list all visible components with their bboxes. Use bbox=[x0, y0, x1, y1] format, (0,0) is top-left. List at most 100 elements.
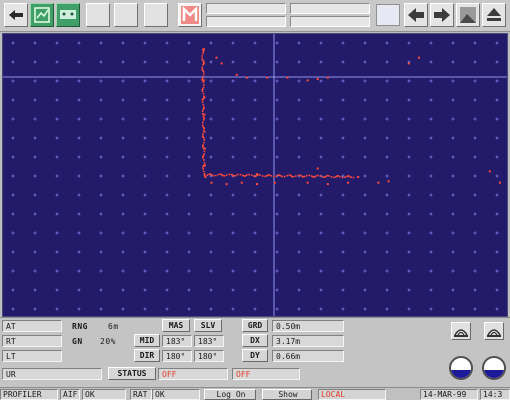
echo-return bbox=[242, 174, 244, 177]
grid-dot bbox=[121, 212, 125, 216]
grid-dot bbox=[55, 98, 59, 102]
grid-dot bbox=[33, 79, 37, 83]
grid-dot bbox=[99, 98, 103, 102]
grid-dot bbox=[165, 288, 169, 292]
level-gauge-2-fill bbox=[484, 370, 504, 378]
dx-button[interactable]: DX bbox=[242, 334, 268, 347]
grid-dot bbox=[473, 193, 477, 197]
grid-dot bbox=[143, 79, 147, 83]
echo-return bbox=[253, 175, 255, 177]
echo-return bbox=[202, 75, 205, 77]
grid-dot bbox=[363, 117, 367, 121]
status-button[interactable]: STATUS bbox=[108, 367, 156, 380]
blank-button-3[interactable] bbox=[144, 3, 168, 27]
grid-dot bbox=[385, 288, 389, 292]
mid-button[interactable]: MID bbox=[134, 334, 160, 347]
grid-dot bbox=[99, 155, 103, 159]
nav-left-icon[interactable] bbox=[404, 3, 428, 27]
echo-return bbox=[317, 174, 319, 177]
grid-dot bbox=[319, 193, 323, 197]
arrow-left-icon[interactable] bbox=[4, 3, 28, 27]
grid-dot bbox=[473, 269, 477, 273]
grid-dot bbox=[11, 174, 15, 178]
echo-return bbox=[339, 175, 341, 178]
grid-dot bbox=[495, 174, 499, 178]
grid-dot bbox=[143, 288, 147, 292]
blank-button-2[interactable] bbox=[114, 3, 138, 27]
grid-dot bbox=[209, 288, 213, 292]
grid-dot bbox=[495, 288, 499, 292]
grid-dot bbox=[429, 136, 433, 140]
nav-right-icon[interactable] bbox=[430, 3, 454, 27]
grid-dot bbox=[319, 307, 323, 311]
grid-dot bbox=[231, 98, 235, 102]
grid-dot bbox=[451, 41, 455, 45]
grid-dot bbox=[275, 212, 279, 216]
grid-dot bbox=[385, 79, 389, 83]
image-icon[interactable] bbox=[456, 3, 480, 27]
grid-dot bbox=[429, 155, 433, 159]
grid-dot bbox=[209, 250, 213, 254]
echo-point bbox=[387, 180, 390, 183]
echo-return bbox=[330, 176, 333, 178]
date-display: 14-MAR-99 bbox=[420, 389, 478, 400]
grid-dot bbox=[297, 212, 301, 216]
grid-dot bbox=[429, 231, 433, 235]
dy-button[interactable]: DY bbox=[242, 349, 268, 362]
echo-point bbox=[498, 181, 501, 184]
m-icon[interactable] bbox=[178, 3, 202, 27]
grid-dot bbox=[275, 60, 279, 64]
transducer-icon-1[interactable] bbox=[451, 322, 471, 340]
echo-return bbox=[315, 175, 317, 177]
grid-dot bbox=[231, 288, 235, 292]
log-on-button[interactable]: Log On bbox=[204, 389, 256, 400]
slv-button[interactable]: SLV bbox=[194, 319, 222, 332]
echo-return bbox=[202, 92, 205, 95]
grid-dot bbox=[319, 41, 323, 45]
echo-return bbox=[202, 121, 204, 124]
echo-return bbox=[203, 161, 206, 164]
grid-dot bbox=[363, 98, 367, 102]
grid-dot bbox=[429, 79, 433, 83]
blank-button-1[interactable] bbox=[86, 3, 110, 27]
grid-dot bbox=[231, 231, 235, 235]
grid-dot bbox=[407, 212, 411, 216]
show-button[interactable]: Show bbox=[262, 389, 312, 400]
grid-dot bbox=[385, 307, 389, 311]
grid-dot bbox=[99, 136, 103, 140]
transducer-icon-2[interactable] bbox=[484, 322, 504, 340]
grid-dot bbox=[11, 79, 15, 83]
echo-return bbox=[233, 175, 235, 177]
grid-dot bbox=[143, 193, 147, 197]
grid-dot bbox=[99, 60, 103, 64]
grid-dot bbox=[55, 60, 59, 64]
grid-dot bbox=[143, 212, 147, 216]
sonar-display[interactable] bbox=[2, 33, 508, 317]
grid-dot bbox=[231, 307, 235, 311]
sonar-plot bbox=[3, 34, 507, 316]
grid-dot bbox=[77, 174, 81, 178]
mas-button[interactable]: MAS bbox=[162, 319, 190, 332]
dir-button[interactable]: DIR bbox=[134, 349, 160, 362]
echo-return bbox=[201, 90, 204, 92]
grid-dot bbox=[187, 60, 191, 64]
echo-return bbox=[228, 173, 231, 176]
grid-green-icon[interactable] bbox=[30, 3, 54, 27]
grid-dot bbox=[187, 212, 191, 216]
grid-dot bbox=[429, 288, 433, 292]
echo-return bbox=[215, 174, 217, 177]
grid-dot bbox=[363, 79, 367, 83]
grid-dot bbox=[319, 155, 323, 159]
grid-dot bbox=[165, 41, 169, 45]
grid-dot bbox=[99, 79, 103, 83]
grid-dot bbox=[99, 307, 103, 311]
grid-dot bbox=[385, 193, 389, 197]
echo-point bbox=[215, 56, 218, 59]
grid-dot bbox=[385, 155, 389, 159]
grid-dot bbox=[297, 136, 301, 140]
echo-return bbox=[226, 174, 228, 176]
grd-button[interactable]: GRD bbox=[242, 319, 268, 332]
grid-dot bbox=[33, 174, 37, 178]
screen-green-icon[interactable] bbox=[56, 3, 80, 27]
eject-icon[interactable] bbox=[482, 3, 506, 27]
